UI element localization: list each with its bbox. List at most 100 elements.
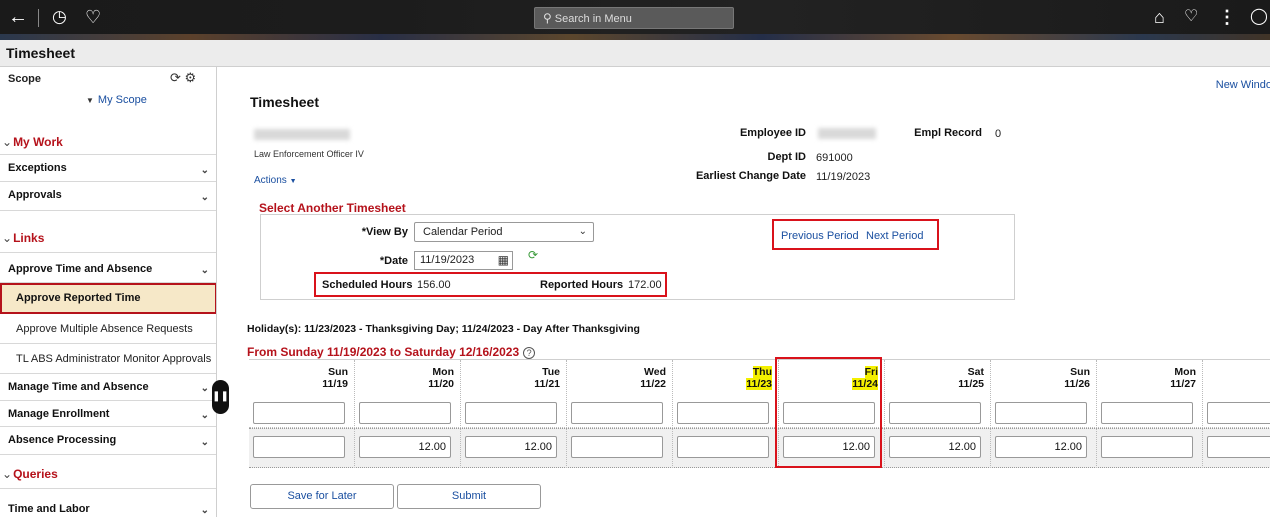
sidebar-item-label: Time and Labor <box>8 503 90 515</box>
day-date: 11/27 <box>1170 378 1196 390</box>
sidebar-item-approvals[interactable]: Approvals ⌄ <box>0 182 216 211</box>
sidebar-item-label: My Work <box>13 135 63 149</box>
hours-input-row1[interactable] <box>1101 402 1193 424</box>
triangle-down-icon: ▼ <box>86 96 94 105</box>
hours-input-row2[interactable] <box>677 436 769 458</box>
sidebar-item-label: Approve Reported Time <box>16 292 141 304</box>
sidebar-item-manage-enrollment[interactable]: Manage Enrollment ⌄ <box>0 401 216 427</box>
day-header: Sun 11/26 <box>1064 366 1090 390</box>
help-icon[interactable]: ? <box>523 347 536 359</box>
favorites-icon[interactable]: ♡ <box>85 4 101 30</box>
sidebar-item-exceptions[interactable]: Exceptions ⌄ <box>0 155 216 182</box>
day-name: Tue <box>542 366 560 378</box>
day-header: Sun 11/19 <box>322 366 348 390</box>
refresh-icon[interactable]: ⟳ <box>528 248 538 262</box>
sidebar-item-manage-time-and-absence[interactable]: Manage Time and Absence ⌄ <box>0 374 216 401</box>
day-header: Mon 11/27 <box>1170 366 1196 390</box>
main-content: New Windo Timesheet Law Enforcement Offi… <box>218 67 1270 517</box>
scope-link[interactable]: ▼ My Scope <box>86 94 147 106</box>
friday-highlight-box <box>775 357 882 468</box>
date-input[interactable]: 11/19/2023 ▦ <box>414 251 513 270</box>
employee-id-redacted <box>818 128 876 139</box>
day-header: Sat 11/25 <box>958 366 984 390</box>
holiday-text: Holiday(s): 11/23/2023 - Thanksgiving Da… <box>247 323 640 335</box>
sidebar-item-label: Exceptions <box>8 162 67 174</box>
more-icon[interactable]: ⋮ <box>1218 4 1236 30</box>
notifications-icon[interactable]: ♡ <box>1184 4 1198 30</box>
save-for-later-button[interactable]: Save for Later <box>250 484 394 509</box>
date-value: 11/19/2023 <box>420 254 475 266</box>
day-date: 11/20 <box>428 378 454 390</box>
sidebar-item-approve-time-and-absence[interactable]: Approve Time and Absence ⌄ <box>0 253 216 283</box>
hours-input-row2[interactable] <box>253 436 345 458</box>
hours-input-row2[interactable]: 12.00 <box>995 436 1087 458</box>
chevron-down-icon: ⌄ <box>200 505 209 516</box>
scope-title: Scope <box>8 73 42 85</box>
navbar-icon[interactable]: ◯ <box>1250 4 1268 30</box>
sidebar-item-label: TL ABS Administrator Monitor Approvals <box>16 353 212 365</box>
date-range-title: From Sunday 11/19/2023 to Saturday 12/16… <box>247 345 536 359</box>
view-by-value: Calendar Period <box>423 226 503 238</box>
hours-input-row2[interactable]: 12.00 <box>465 436 557 458</box>
hours-input-row1[interactable] <box>359 402 451 424</box>
home-icon[interactable]: ⌂ <box>1154 4 1165 30</box>
hours-input-row2[interactable]: 12.00 <box>889 436 981 458</box>
day-date: 11/22 <box>640 378 666 390</box>
hours-input-row1[interactable] <box>1207 402 1270 424</box>
empl-record-label: Empl Record <box>914 127 982 139</box>
hours-input-row2[interactable]: 12.00 <box>359 436 451 458</box>
sidebar-item-label: Queries <box>13 467 58 481</box>
day-date: 11/25 <box>958 378 984 390</box>
hours-input-row1[interactable] <box>253 402 345 424</box>
chevron-down-icon: ⌄ <box>578 226 587 237</box>
hours-input-row2[interactable] <box>1207 436 1270 458</box>
hours-input-row1[interactable] <box>465 402 557 424</box>
day-name: Mon <box>1174 366 1196 378</box>
view-by-select[interactable]: Calendar Period ⌄ <box>414 222 594 242</box>
sidebar-section-my-work[interactable]: ⌄My Work <box>0 129 216 155</box>
chevron-down-icon: ⌄ <box>200 265 209 276</box>
timesheet-grid: Sun 11/19 Mon 11/20 12.00 Tue 11/21 12.00 Wed 11/… <box>249 359 1270 468</box>
sidebar-item-label: Absence Processing <box>8 434 117 446</box>
hours-input-row1[interactable] <box>889 402 981 424</box>
earliest-change-label: Earliest Change Date <box>695 170 806 182</box>
hours-input-row2[interactable] <box>571 436 663 458</box>
divider <box>38 9 39 27</box>
chevron-down-icon: ⌄ <box>200 383 209 394</box>
back-icon[interactable]: ← <box>8 4 28 30</box>
page-title-bar: Timesheet <box>0 40 1270 67</box>
sidebar-item-absence-processing[interactable]: Absence Processing ⌄ <box>0 427 216 455</box>
actions-menu[interactable]: Actions ▼ <box>254 175 297 186</box>
day-date: 11/19 <box>322 378 348 390</box>
employee-id-label: Employee ID <box>739 127 806 139</box>
gear-icon[interactable]: ⚙ <box>185 70 197 85</box>
calendar-icon[interactable]: ▦ <box>498 252 509 269</box>
sidebar-item-time-and-labor[interactable]: Time and Labor ⌄ <box>0 489 216 517</box>
day-name: Thu <box>752 366 772 378</box>
day-date: 11/21 <box>534 378 560 390</box>
submit-button[interactable]: Submit <box>397 484 541 509</box>
sidebar-item-label: Manage Time and Absence <box>8 381 149 393</box>
new-window-link[interactable]: New Windo <box>1216 79 1270 91</box>
scheduled-hours-value: 156.00 <box>417 279 451 291</box>
sidebar-item-approve-reported-time[interactable]: Approve Reported Time <box>0 283 216 314</box>
hours-input-row1[interactable] <box>571 402 663 424</box>
day-header: Tue 11/21 <box>534 366 560 390</box>
next-period-link[interactable]: Next Period <box>866 230 923 242</box>
select-timesheet-title: Select Another Timesheet <box>259 201 406 215</box>
refresh-icon[interactable]: ⟳ <box>170 70 181 85</box>
hours-input-row1[interactable] <box>677 402 769 424</box>
history-icon[interactable]: ◷ <box>52 4 67 30</box>
previous-period-link[interactable]: Previous Period <box>781 230 859 242</box>
sidebar-section-queries[interactable]: ⌄Queries <box>0 455 216 489</box>
empl-record-value: 0 <box>995 128 1002 140</box>
hours-input-row1[interactable] <box>995 402 1087 424</box>
sidebar-section-links[interactable]: ⌄Links <box>0 211 216 253</box>
sidebar-item-tl-abs-monitor[interactable]: TL ABS Administrator Monitor Approvals <box>0 344 216 374</box>
hours-input-row2[interactable] <box>1101 436 1193 458</box>
employee-name-redacted <box>254 129 350 140</box>
sidebar-item-approve-multiple-absence[interactable]: Approve Multiple Absence Requests <box>0 314 216 344</box>
chevron-down-icon: ⌄ <box>200 192 209 203</box>
search-input[interactable]: ⚲ Search in Menu <box>534 7 734 29</box>
chevron-down-icon: ⌄ <box>2 135 13 149</box>
